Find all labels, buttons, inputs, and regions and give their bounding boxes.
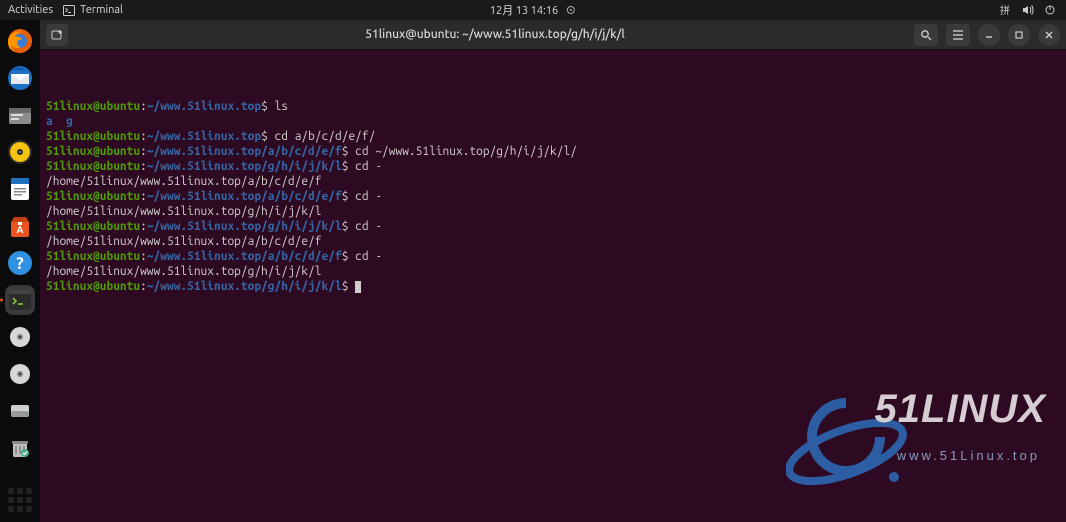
watermark-title: 51LINUX xyxy=(875,402,1047,417)
gnome-topbar: Activities Terminal 12月 13 14:16 拼 xyxy=(0,0,1066,20)
terminal-line: a g xyxy=(46,114,1060,129)
hamburger-icon xyxy=(952,30,964,40)
terminal-line: /home/51linux/www.51linux.top/g/h/i/j/k/… xyxy=(46,264,1060,279)
watermark-url: www.51Linux.top xyxy=(897,448,1040,463)
volume-icon[interactable] xyxy=(1022,4,1034,16)
firefox-icon[interactable] xyxy=(5,26,35,56)
terminal-small-icon xyxy=(63,5,75,16)
notification-icon xyxy=(566,5,576,15)
apps-grid-button[interactable] xyxy=(8,488,32,512)
terminal-line: 51linux@ubuntu:~/www.51linux.top/a/b/c/d… xyxy=(46,189,1060,204)
power-icon[interactable] xyxy=(1044,4,1056,16)
maximize-icon xyxy=(1014,30,1024,40)
current-app-name: Terminal xyxy=(80,4,123,16)
minimize-button[interactable] xyxy=(978,24,1000,46)
software-icon[interactable]: A xyxy=(5,211,35,241)
new-tab-button[interactable] xyxy=(46,24,68,46)
terminal-line: 51linux@ubuntu:~/www.51linux.top/a/b/c/d… xyxy=(46,249,1060,264)
clock: 12月 13 14:16 xyxy=(490,2,558,18)
hamburger-menu-button[interactable] xyxy=(946,24,970,46)
topbar-left: Activities Terminal xyxy=(0,4,123,16)
thunderbird-icon[interactable] xyxy=(5,63,35,93)
terminal-line: 51linux@ubuntu:~/www.51linux.top/g/h/i/j… xyxy=(46,159,1060,174)
files-icon[interactable] xyxy=(5,100,35,130)
help-icon[interactable]: ? xyxy=(5,248,35,278)
disc2-icon[interactable] xyxy=(5,359,35,389)
terminal-line: 51linux@ubuntu:~/www.51linux.top$ ls xyxy=(46,99,1060,114)
svg-text:?: ? xyxy=(16,254,24,273)
minimize-icon xyxy=(984,30,994,40)
topbar-right[interactable]: 拼 xyxy=(1000,4,1066,16)
terminal-line: /home/51linux/www.51linux.top/a/b/c/d/e/… xyxy=(46,234,1060,249)
trash-icon[interactable] xyxy=(5,433,35,463)
search-icon xyxy=(920,29,932,41)
new-tab-icon xyxy=(51,29,63,41)
terminal-line: 51linux@ubuntu:~/www.51linux.top/a/b/c/d… xyxy=(46,144,1060,159)
terminal-line: /home/51linux/www.51linux.top/g/h/i/j/k/… xyxy=(46,204,1060,219)
terminal-body[interactable]: 51linux@ubuntu:~/www.51linux.top$ lsa g5… xyxy=(40,50,1066,522)
search-button[interactable] xyxy=(914,24,938,46)
activities-button[interactable]: Activities xyxy=(8,4,53,16)
window-title: 51linux@ubuntu: ~/www.51linux.top/g/h/i/… xyxy=(76,28,914,41)
watermark: 51LINUX www.51Linux.top xyxy=(786,382,1046,502)
maximize-button[interactable] xyxy=(1008,24,1030,46)
input-method-icon[interactable]: 拼 xyxy=(1000,4,1012,16)
close-icon xyxy=(1044,30,1054,40)
terminal-line: 51linux@ubuntu:~/www.51linux.top/g/h/i/j… xyxy=(46,279,1060,294)
dock: A ? xyxy=(0,20,40,522)
desktop: 51linux@ubuntu: ~/www.51linux.top/g/h/i/… xyxy=(40,20,1066,522)
disc1-icon[interactable] xyxy=(5,322,35,352)
terminal-line: 51linux@ubuntu:~/www.51linux.top$ cd a/b… xyxy=(46,129,1060,144)
terminal-line: /home/51linux/www.51linux.top/a/b/c/d/e/… xyxy=(46,174,1060,189)
close-button[interactable] xyxy=(1038,24,1060,46)
window-titlebar: 51linux@ubuntu: ~/www.51linux.top/g/h/i/… xyxy=(40,20,1066,50)
writer-icon[interactable] xyxy=(5,174,35,204)
svg-text:A: A xyxy=(16,224,23,235)
svg-text:拼: 拼 xyxy=(1000,4,1010,16)
terminal-window: 51linux@ubuntu: ~/www.51linux.top/g/h/i/… xyxy=(40,20,1066,522)
topbar-center[interactable]: 12月 13 14:16 xyxy=(490,2,576,18)
terminal-line: 51linux@ubuntu:~/www.51linux.top/g/h/i/j… xyxy=(46,219,1060,234)
current-app-indicator[interactable]: Terminal xyxy=(63,4,123,16)
drive-icon[interactable] xyxy=(5,396,35,426)
terminal-icon[interactable] xyxy=(5,285,35,315)
rhythmbox-icon[interactable] xyxy=(5,137,35,167)
